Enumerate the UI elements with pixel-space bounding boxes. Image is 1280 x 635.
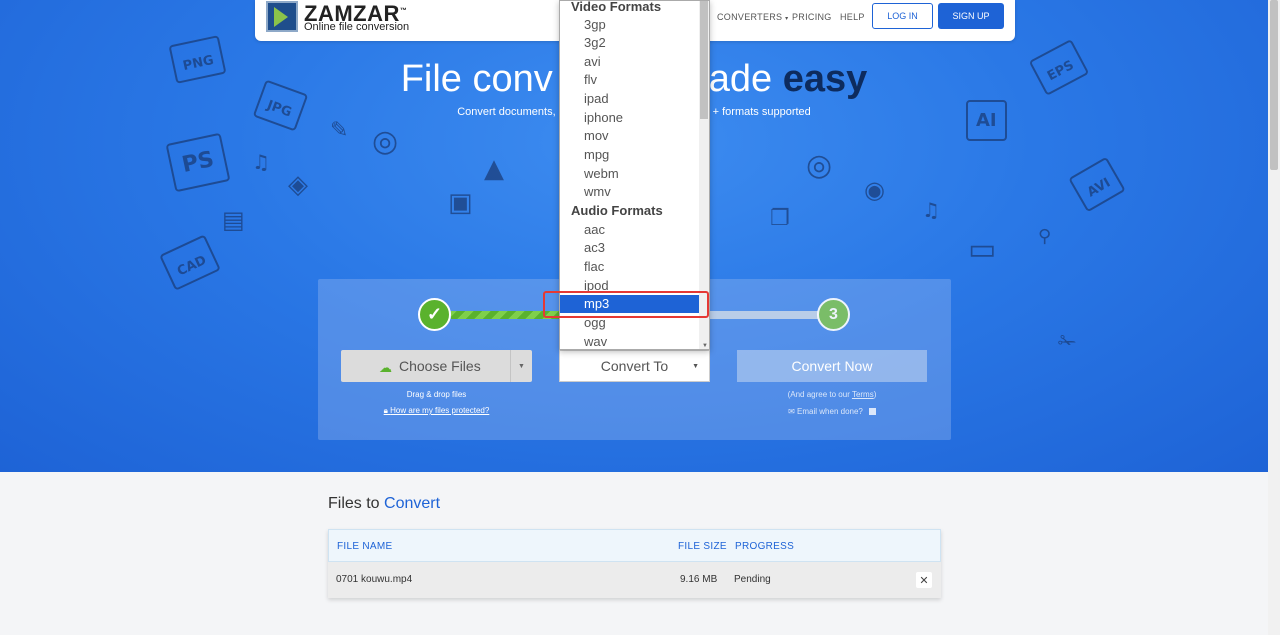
envelope-icon: ✉ [788,407,798,416]
table-header: FILE NAME FILE SIZE PROGRESS [328,529,941,562]
logo-tagline: Online file conversion [304,21,410,33]
magnifier-icon: ⚲ [1038,226,1052,247]
progress-bar-pending [708,311,818,319]
close-icon: ✕ [919,574,929,587]
disc-icon: ◎ [372,124,399,159]
choose-files-label: Choose Files [399,358,481,374]
audio-formats-group: Audio Formats [571,203,663,218]
format-option-iphone[interactable]: iphone [560,109,699,127]
choose-files-menu-button[interactable]: ▼ [510,350,532,382]
convert-to-label: Convert To [600,358,669,374]
file-size-cell: 9.16 MB [680,574,718,585]
format-option-webm[interactable]: webm [560,165,699,183]
convert-to-select[interactable]: Convert To ▼ [559,350,710,382]
cad-file-icon: CAD [159,234,222,291]
terms-agreement: (And agree to our Terms) [787,390,877,399]
format-option-3gp[interactable]: 3gp [560,16,699,34]
music-note-icon: ♫ [922,198,940,222]
nav-converters[interactable]: CONVERTERS ▾ [717,12,788,22]
dropdown-scroll-thumb[interactable] [700,1,708,119]
format-option-flv[interactable]: flv [560,71,699,89]
chevron-down-icon: ▾ [785,16,789,22]
caret-down-icon: ▼ [692,363,699,370]
image-icon: ▲ [484,154,504,184]
pencil-icon: ✎ [330,118,349,143]
format-option-ac3[interactable]: ac3 [560,239,699,257]
triangle-icon: ◈ [288,170,308,200]
wrench-icon: ✁ [1058,330,1077,355]
step-3-indicator: 3 [817,298,850,331]
zamzar-logo-icon[interactable] [266,1,298,32]
format-option-wav[interactable]: wav [560,333,699,349]
format-option-aac[interactable]: aac [560,221,699,239]
laptop-icon: ▭ [968,232,997,267]
cloud-upload-icon: ☁ [379,360,392,375]
remove-file-button[interactable]: ✕ [916,572,932,588]
nav-help[interactable]: HELP [840,12,865,22]
table-row: 0701 kouwu.mp4 9.16 MB Pending ✕ [328,562,941,598]
format-option-mpg[interactable]: mpg [560,146,699,164]
format-option-wmv[interactable]: wmv [560,183,699,201]
format-option-3g2[interactable]: 3g2 [560,34,699,52]
terms-link[interactable]: Terms [852,390,874,399]
page-scrollbar[interactable] [1268,0,1280,635]
page-scroll-thumb[interactable] [1270,0,1278,170]
drag-drop-hint: Drag & drop files [406,390,467,399]
handheld-icon: ▣ [448,188,473,218]
choose-files-button[interactable]: ☁ Choose Files ▼ [341,350,532,382]
col-progress: PROGRESS [735,541,795,552]
photoshop-file-icon: PS [165,132,231,193]
files-protected-link[interactable]: 🔒︎ How are my files protected? [341,406,532,416]
email-checkbox[interactable] [868,408,876,415]
play-icon: ◉ [864,176,885,204]
cassette-icon: ▤ [222,206,245,234]
convert-now-button[interactable]: Convert Now [737,350,927,382]
avi-file-icon: AVI [1068,156,1126,213]
login-button[interactable]: LOG IN [872,3,933,29]
files-section-title: Files to Convert [328,495,441,512]
step-1-complete-icon: ✓ [418,298,451,331]
disc-icon: ◎ [806,148,833,183]
scroll-down-arrow-icon[interactable]: ▼ [702,343,708,349]
col-file-size: FILE SIZE [678,541,727,552]
col-file-name: FILE NAME [337,541,393,552]
format-option-flac[interactable]: flac [560,258,699,276]
copy-icon: ❐ [770,206,790,231]
format-option-mov[interactable]: mov [560,127,699,145]
files-table: FILE NAME FILE SIZE PROGRESS 0701 kouwu.… [328,529,941,598]
music-note-icon: ♫ [252,150,270,174]
file-name-cell: 0701 kouwu.mp4 [336,574,413,585]
selection-highlight-box [543,291,709,318]
email-when-done[interactable]: ✉ Email when done? [737,407,927,416]
format-option-ipad[interactable]: ipad [560,90,699,108]
progress-cell: Pending [734,574,771,585]
caret-down-icon: ▼ [518,362,525,370]
format-option-avi[interactable]: avi [560,53,699,71]
signup-button[interactable]: SIGN UP [938,3,1004,29]
nav-pricing[interactable]: PRICING [792,12,832,22]
video-formats-group: Video Formats [571,0,662,14]
